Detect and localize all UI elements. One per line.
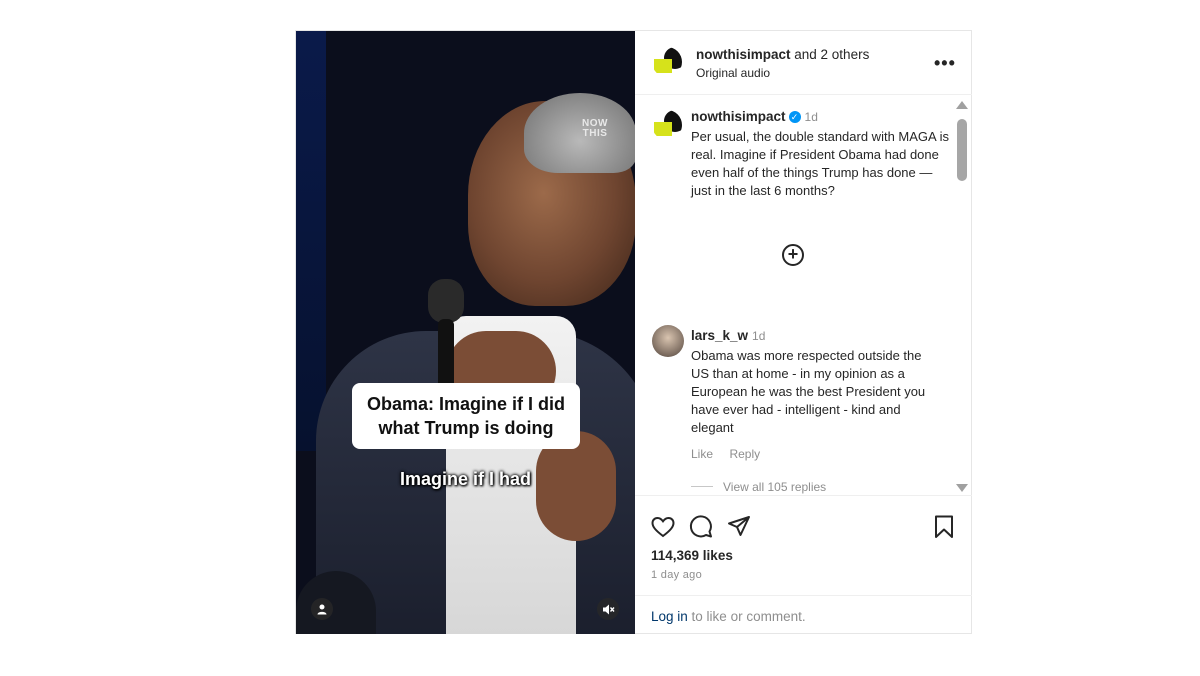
account-avatar[interactable] (652, 47, 682, 77)
post-actions: 114,369 likes 1 day ago (635, 495, 972, 596)
comment-username[interactable]: lars_k_w (691, 328, 748, 343)
verified-badge-icon: ✓ (788, 111, 801, 123)
video-caption: Obama: Imagine if I did what Trump is do… (366, 394, 566, 438)
more-options-button[interactable]: ••• (934, 53, 956, 74)
nowthis-watermark: NOW THIS (582, 118, 608, 139)
mute-button[interactable] (597, 598, 619, 620)
caption-block: nowthisimpact ✓ 1d Per usual, the double s… (691, 108, 953, 200)
instagram-post: NOW THIS Obama: Imagine if I did what Tr… (295, 30, 972, 634)
comment-time[interactable]: 1d (752, 329, 765, 343)
caption-username[interactable]: nowthisimpact (691, 109, 786, 124)
load-more-comments-button[interactable]: + (782, 244, 804, 266)
plus-circle-icon: + (787, 244, 799, 264)
heart-icon[interactable] (650, 514, 676, 540)
mute-icon (602, 604, 615, 614)
login-prompt-text: to like or comment. (687, 609, 806, 624)
view-replies-button[interactable]: View all 105 replies (723, 480, 826, 494)
header-title: nowthisimpact and 2 others (696, 47, 869, 62)
caption-time[interactable]: 1d (805, 110, 818, 124)
caption-avatar[interactable] (652, 110, 682, 140)
video-caption-box: Obama: Imagine if I did what Trump is do… (352, 383, 580, 449)
post-side-panel: nowthisimpact and 2 others Original audi… (635, 31, 972, 634)
login-link[interactable]: Log in (651, 609, 688, 624)
post-header: nowthisimpact and 2 others Original audi… (635, 31, 972, 95)
login-prompt: Log in to like or comment. (635, 595, 972, 635)
comment-text: Obama was more respected outside the US … (691, 348, 926, 435)
scrollbar-thumb[interactable] (957, 119, 967, 181)
user-tag-button[interactable] (311, 598, 333, 620)
comment-icon[interactable] (688, 514, 714, 540)
microphone (428, 279, 464, 399)
scroll-up-arrow-icon[interactable] (956, 101, 968, 109)
share-icon[interactable] (726, 514, 752, 540)
bookmark-icon[interactable] (931, 514, 957, 540)
scroll-down-arrow-icon[interactable] (956, 484, 968, 492)
background-curtain (296, 31, 326, 451)
comment-block: lars_k_w 1d Obama was more respected outs… (691, 327, 943, 495)
replies-divider (691, 486, 713, 487)
header-others-link[interactable]: and 2 others (791, 47, 869, 62)
video-subtitle: Imagine if I had (399, 469, 532, 489)
comment-reply-button[interactable]: Reply (729, 447, 760, 461)
likes-count[interactable]: 114,369 likes (651, 548, 733, 563)
comment-like-button[interactable]: Like (691, 447, 713, 461)
commenter-avatar[interactable] (652, 325, 684, 357)
caption-text: Per usual, the double standard with MAGA… (691, 129, 949, 198)
user-icon (317, 604, 327, 615)
video-player[interactable]: NOW THIS Obama: Imagine if I did what Tr… (296, 31, 635, 634)
header-account-link[interactable]: nowthisimpact (696, 47, 791, 62)
header-audio-link[interactable]: Original audio (696, 66, 770, 80)
post-timestamp[interactable]: 1 day ago (651, 569, 702, 581)
more-horizontal-icon: ••• (934, 53, 956, 73)
comments-section[interactable]: nowthisimpact ✓ 1d Per usual, the double s… (635, 95, 972, 495)
